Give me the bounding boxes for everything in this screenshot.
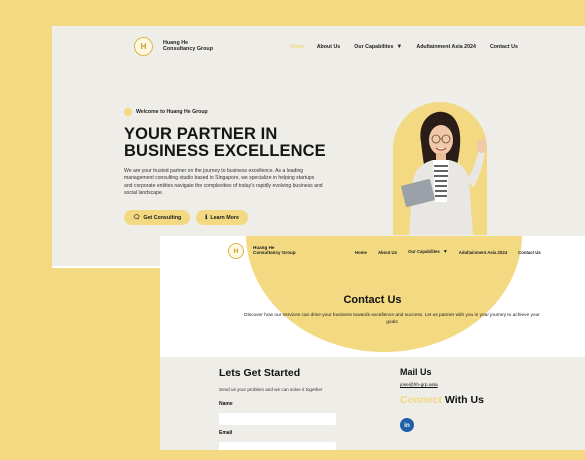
hero-title: YOUR PARTNER IN BUSINESS EXCELLENCE <box>124 126 364 160</box>
hero-woman-image <box>401 111 487 235</box>
nav-home[interactable]: Home <box>355 250 367 255</box>
nav-about[interactable]: About Us <box>378 250 397 255</box>
brand-name-small: Huang He Consultancy Group <box>253 245 296 256</box>
header-brand[interactable]: H Huang He Consultancy Group <box>134 37 213 56</box>
contact-page-screenshot: H Huang He Consultancy Group Home About … <box>160 236 585 450</box>
email-field[interactable] <box>219 442 336 450</box>
nav-capabilities[interactable]: Our Capabilites ▼ <box>354 44 402 50</box>
hero-page-screenshot: H Huang He Consultancy Group Home About … <box>52 26 585 266</box>
info-icon: ℹ <box>205 215 208 221</box>
form-subtitle: Send us your problem and we can solve it… <box>219 387 323 392</box>
nav-contact[interactable]: Contact Us <box>518 250 541 255</box>
connect-highlight: Connect <box>400 394 442 406</box>
connect-heading: Connect With Us <box>400 394 484 406</box>
hero-title-line-1: YOUR PARTNER IN <box>124 125 278 143</box>
contact-title: Contact Us <box>343 294 402 306</box>
main-nav: Home About Us Our Capabilites ▼ Adultainm… <box>290 44 518 50</box>
learn-more-label: Learn More <box>210 214 239 221</box>
connect-rest: With Us <box>444 394 484 406</box>
form-title: Lets Get Started <box>219 367 301 379</box>
chevron-down-icon: ▼ <box>442 249 448 255</box>
brand-line-2: Consultancy Group <box>163 45 214 52</box>
chat-icon: 🗨 <box>132 215 141 221</box>
logo-icon: H <box>228 243 244 259</box>
mail-address-link[interactable]: jose@hh-grp.asia <box>400 383 438 388</box>
nav-capabilities[interactable]: Our Capabilites ▼ <box>408 249 448 255</box>
get-consulting-button[interactable]: 🗨 Get Consulting <box>124 210 190 225</box>
nav-capabilities-label: Our Capabilites <box>354 44 394 50</box>
badge-dot-icon <box>124 108 132 116</box>
welcome-badge: Welcome to Huang He Group <box>124 108 208 116</box>
welcome-text: Welcome to Huang He Group <box>136 109 208 115</box>
brand-name: Huang He Consultancy Group <box>163 40 214 52</box>
chevron-down-icon: ▼ <box>396 44 403 50</box>
contact-form-section: Lets Get Started Send us your problem an… <box>160 357 585 450</box>
mail-us-title: Mail Us <box>400 367 432 377</box>
learn-more-button[interactable]: ℹ Learn More <box>196 210 248 225</box>
brand-line-2: Consultancy Group <box>253 250 296 255</box>
name-label: Name <box>219 401 233 407</box>
linkedin-icon[interactable]: in <box>400 418 414 432</box>
nav-capabilities-label: Our Capabilites <box>408 249 440 254</box>
get-consulting-label: Get Consulting <box>143 214 182 221</box>
nav-adultainment[interactable]: Adultainment Asia 2024 <box>459 250 507 255</box>
nav-home[interactable]: Home <box>290 44 305 50</box>
name-field[interactable] <box>219 413 336 425</box>
hero-description: We are your trusted partner on the journ… <box>124 168 323 197</box>
hero-title-line-2: BUSINESS EXCELLENCE <box>124 141 326 160</box>
nav-contact[interactable]: Contact Us <box>490 44 518 50</box>
contact-description: Discover how our services can drive your… <box>244 313 540 326</box>
nav-adultainment[interactable]: Adultainment Asia 2024 <box>416 44 476 50</box>
main-nav-small: Home About Us Our Capabilites ▼ Adultainm… <box>355 249 541 255</box>
nav-about[interactable]: About Us <box>317 44 341 50</box>
email-label: Email <box>219 430 233 436</box>
section-divider <box>52 266 160 268</box>
header-brand-small[interactable]: H Huang He Consultancy Group <box>228 243 296 259</box>
logo-icon: H <box>134 37 153 56</box>
